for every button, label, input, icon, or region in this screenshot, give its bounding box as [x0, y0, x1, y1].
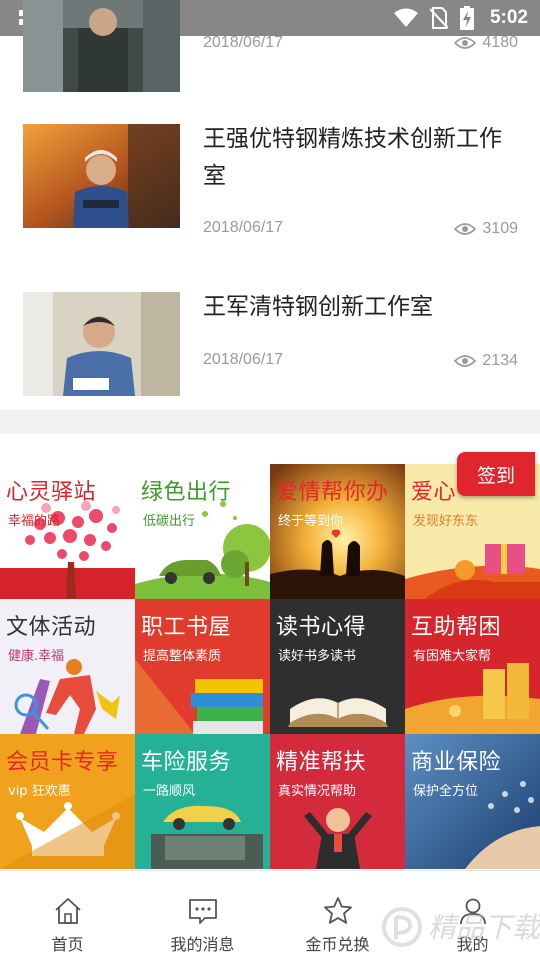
tile-subtitle: 一路顺风: [143, 784, 196, 799]
tab-label: 金币兑换: [305, 935, 370, 954]
tile-title: 爱情帮你办: [276, 480, 389, 505]
article-thumbnail: [23, 124, 180, 228]
view-count-value: 2134: [482, 352, 518, 369]
tile-subtitle: 有困难大家帮: [413, 649, 492, 664]
star-icon: [323, 897, 352, 924]
article-title: 王强优特钢精炼技术创新工作室: [203, 126, 502, 189]
tile-subtitle: 提高整体素质: [143, 649, 222, 664]
tab-label: 我的消息: [170, 935, 235, 954]
view-count: 2134: [454, 352, 518, 370]
tile-subtitle: 终于等到你: [278, 514, 344, 529]
tile-title: 读书心得: [276, 615, 367, 640]
tile-title: 文体活动: [6, 615, 97, 640]
tile-title: 会员卡专享: [6, 750, 119, 775]
tab-label: 首页: [51, 935, 84, 954]
battery-charging-icon: [459, 6, 474, 30]
article-date: 2018/06/17: [203, 351, 284, 368]
tile-targeted-help[interactable]: 精准帮扶 真实情况帮助: [270, 734, 405, 869]
tile-subtitle: 低碳出行: [143, 514, 196, 529]
watermark-text: 精品下载: [428, 911, 540, 944]
tile-title: 爱心: [411, 480, 457, 505]
tile-subtitle: 幸福的路: [8, 514, 61, 529]
tile-mutual-aid[interactable]: 互助帮困 有困难大家帮: [405, 599, 540, 734]
article-thumbnail: [23, 0, 180, 92]
section-divider: [0, 410, 540, 434]
view-count: 3109: [454, 220, 518, 238]
home-icon: [54, 898, 81, 924]
no-sim-icon: [429, 7, 448, 29]
tile-subtitle: 读好书多读书: [278, 649, 357, 664]
tile-title: 互助帮困: [411, 615, 502, 640]
eye-icon: [454, 37, 477, 49]
tab-messages[interactable]: 我的消息: [135, 871, 270, 960]
watermark: 精品下载: [380, 895, 540, 955]
eye-icon: [454, 355, 477, 367]
tile-heart-station[interactable]: 心灵驿站 幸福的路: [0, 464, 135, 599]
article-date: 2018/06/17: [203, 219, 284, 236]
view-count-value: 4180: [482, 34, 518, 51]
view-count: 4180: [454, 34, 518, 52]
message-icon: [188, 899, 217, 924]
article-thumbnail: [23, 292, 180, 396]
tile-title: 精准帮扶: [276, 750, 367, 775]
wifi-icon: [393, 8, 418, 27]
tile-subtitle: 真实情况帮助: [278, 784, 357, 799]
tile-subtitle: 健康.幸福: [8, 649, 65, 664]
tile-title: 商业保险: [411, 750, 502, 775]
clock: 5:02: [489, 7, 528, 28]
tile-title: 车险服务: [141, 750, 232, 775]
tile-member-card[interactable]: 会员卡专享 vip 狂欢惠: [0, 734, 135, 869]
article-date: 2018/06/17: [203, 34, 284, 51]
tile-reading-notes[interactable]: 读书心得 读好书多读书: [270, 599, 405, 734]
tile-love-help[interactable]: 爱情帮你办 终于等到你: [270, 464, 405, 599]
tile-subtitle: vip 狂欢惠: [8, 784, 71, 799]
service-grid: 心灵驿站 幸福的路 绿色出行 低碳出行 爱情帮你办 终于等到你 爱心 发现好东东…: [0, 464, 540, 870]
tile-sports[interactable]: 文体活动 健康.幸福: [0, 599, 135, 734]
tile-title: 心灵驿站: [6, 480, 97, 505]
tile-subtitle: 保护全方位: [413, 784, 479, 799]
tile-staff-library[interactable]: 职工书屋 提高整体素质: [135, 599, 270, 734]
tile-commercial-insurance[interactable]: 商业保险 保护全方位: [405, 734, 540, 869]
view-count-value: 3109: [482, 220, 518, 237]
tab-home[interactable]: 首页: [0, 871, 135, 960]
article-title: 王军清特钢创新工作室: [203, 294, 433, 320]
sign-in-button[interactable]: 签到: [457, 452, 535, 496]
tile-title: 绿色出行: [141, 480, 232, 505]
tile-car-insurance[interactable]: 车险服务 一路顺风: [135, 734, 270, 869]
tile-green-travel[interactable]: 绿色出行 低碳出行: [135, 464, 270, 599]
tile-title: 职工书屋: [141, 615, 232, 640]
tile-subtitle: 发现好东东: [413, 514, 479, 529]
eye-icon: [454, 223, 477, 235]
